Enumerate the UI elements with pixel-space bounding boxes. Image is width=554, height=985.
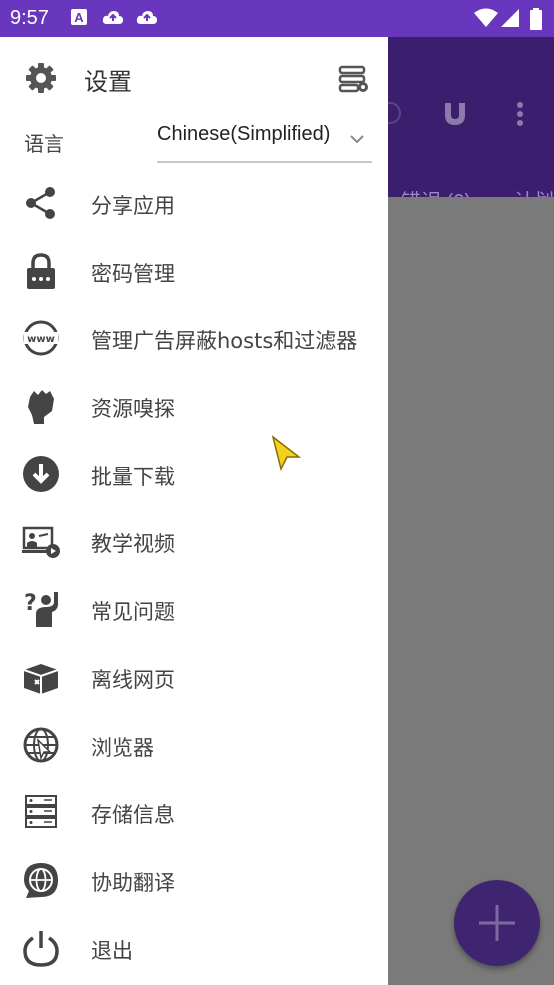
svg-text:www: www (27, 334, 55, 345)
wifi-icon (474, 8, 498, 28)
menu-item-label: 密码管理 (91, 262, 175, 286)
menu-item-label: 离线网页 (91, 668, 175, 692)
download-circle-icon (22, 455, 60, 493)
drawer-header: 设置 (0, 37, 388, 117)
server-settings-icon[interactable] (338, 65, 370, 97)
power-icon (22, 929, 60, 967)
faq-icon: ? (22, 590, 60, 628)
menu-item-label: 管理广告屏蔽hosts和过滤器 (91, 329, 358, 353)
translate-globe-icon (22, 861, 60, 899)
menu-item-label: 教学视频 (91, 532, 175, 556)
language-label: 语言 (24, 132, 64, 156)
teaching-video-icon (22, 522, 60, 560)
magnet-icon[interactable] (442, 101, 468, 131)
menu-item-batch-download[interactable]: 批量下载 (0, 441, 388, 507)
language-select[interactable]: Chinese(Simplified) (157, 117, 372, 163)
svg-text:A: A (74, 10, 84, 25)
menu-item-label: 批量下载 (91, 465, 175, 489)
battery-icon (530, 8, 552, 30)
cloud-upload-icon (102, 8, 124, 28)
menu-item-adblock[interactable]: www 管理广告屏蔽hosts和过滤器 (0, 305, 388, 371)
share-icon (22, 184, 60, 222)
signal-icon (500, 8, 522, 28)
more-vert-icon[interactable] (516, 101, 524, 131)
app-toolbar: 错误 (0) 计划 (379, 37, 554, 213)
menu-item-label: 浏览器 (91, 736, 154, 760)
menu-item-help-translate[interactable]: 协助翻译 (0, 847, 388, 913)
menu-item-browser[interactable]: 浏览器 (0, 712, 388, 778)
menu-item-label: 协助翻译 (91, 871, 175, 895)
mouse-cursor-icon (271, 435, 302, 475)
menu-item-sniffer[interactable]: 资源嗅探 (0, 373, 388, 439)
menu-item-storage-info[interactable]: 存储信息 (0, 779, 388, 845)
status-time: 9:57 (10, 7, 49, 29)
menu-item-offline-pages[interactable]: 离线网页 (0, 644, 388, 710)
navigation-drawer: 设置 语言 Chinese(Simplified) 分享应用 密码管理 www … (0, 37, 388, 985)
gear-icon (25, 62, 57, 98)
menu-item-label: 分享应用 (91, 194, 175, 218)
plus-icon (479, 905, 515, 941)
cloud-upload-icon (136, 8, 158, 28)
svg-text:?: ? (24, 591, 37, 616)
menu-item-password[interactable]: 密码管理 (0, 238, 388, 304)
globe-cursor-icon (22, 726, 60, 764)
add-fab-button[interactable] (454, 880, 540, 966)
storage-icon (22, 793, 60, 831)
menu-item-exit[interactable]: 退出 (0, 915, 388, 981)
app-content-scrim[interactable] (388, 197, 554, 985)
menu-item-label: 资源嗅探 (91, 397, 175, 421)
menu-item-share-app[interactable]: 分享应用 (0, 170, 388, 236)
menu-item-label: 存储信息 (91, 803, 175, 827)
offline-box-icon (22, 658, 60, 696)
drawer-title: 设置 (84, 68, 132, 96)
fist-icon (22, 387, 60, 425)
app-a-icon: A (70, 8, 92, 28)
lock-icon (22, 252, 60, 290)
menu-item-tutorial-video[interactable]: 教学视频 (0, 508, 388, 574)
menu-item-label: 常见问题 (91, 600, 175, 624)
language-value: Chinese(Simplified) (157, 123, 331, 145)
www-icon: www (22, 319, 60, 357)
status-bar: 9:57 A (0, 0, 554, 37)
menu-item-faq[interactable]: ? 常见问题 (0, 576, 388, 642)
chevron-down-icon (350, 129, 364, 148)
menu-item-label: 退出 (91, 939, 133, 963)
